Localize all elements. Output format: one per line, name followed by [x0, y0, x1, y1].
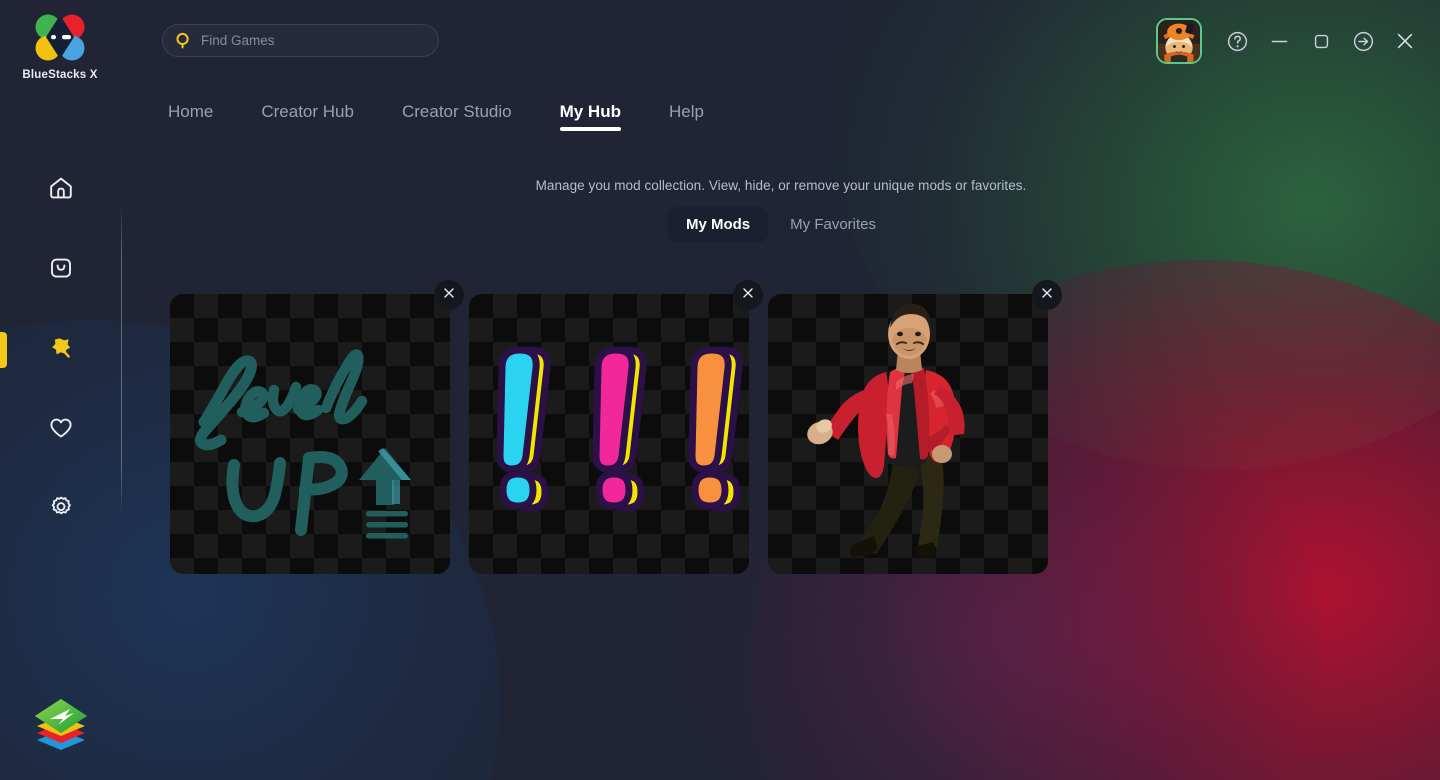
close-icon [1040, 286, 1054, 305]
avatar[interactable] [1156, 18, 1202, 64]
mod-splash-icon [48, 335, 74, 366]
bluestacks-clover-logo [31, 12, 89, 64]
mod-card-level-up [170, 280, 464, 574]
search-bar[interactable] [162, 24, 439, 57]
top-navigation: Home Creator Hub Creator Studio My Hub H… [0, 102, 1440, 148]
tab-my-favorites[interactable]: My Favorites [772, 207, 894, 242]
sidebar-item-mods[interactable] [0, 310, 122, 390]
mods-tab-group: My Mods My Favorites [122, 207, 1440, 242]
remove-mod-button[interactable] [1032, 280, 1062, 310]
home-icon [48, 175, 74, 206]
tab-my-mods[interactable]: My Mods [667, 207, 769, 242]
mod-card-grid [170, 280, 1062, 574]
help-button[interactable] [1216, 20, 1258, 62]
tab-help[interactable]: Help [669, 102, 704, 131]
maximize-button[interactable] [1300, 20, 1342, 62]
mod-card-dancing-man [768, 280, 1062, 574]
open-external-button[interactable] [1342, 20, 1384, 62]
page-subtitle: Manage you mod collection. View, hide, o… [535, 178, 1027, 193]
remove-mod-button[interactable] [434, 280, 464, 310]
close-icon [741, 286, 755, 305]
sidebar [0, 150, 122, 570]
search-input[interactable] [201, 33, 426, 48]
sidebar-active-indicator [0, 332, 7, 368]
mod-card-artwork-level-up[interactable] [170, 294, 450, 574]
title-bar: BlueStacks X [0, 0, 1440, 82]
minimize-button[interactable] [1258, 20, 1300, 62]
remove-mod-button[interactable] [733, 280, 763, 310]
search-icon [175, 32, 192, 49]
bluestacks-layers-icon[interactable] [30, 690, 92, 752]
close-button[interactable] [1384, 20, 1426, 62]
mod-card-artwork-dancing-man[interactable] [768, 294, 1048, 574]
sidebar-item-settings[interactable] [0, 470, 122, 550]
brand-name: BlueStacks X [22, 69, 98, 81]
close-icon [442, 286, 456, 305]
tab-creator-studio[interactable]: Creator Studio [402, 102, 512, 131]
sidebar-item-home[interactable] [0, 150, 122, 230]
sidebar-item-store[interactable] [0, 230, 122, 310]
tab-creator-hub[interactable]: Creator Hub [261, 102, 354, 131]
tab-my-hub[interactable]: My Hub [559, 102, 622, 131]
mod-card-artwork-exclamations[interactable] [469, 294, 749, 574]
brand-block: BlueStacks X [20, 12, 100, 81]
mod-card-exclamations [469, 280, 763, 574]
tab-home[interactable]: Home [168, 102, 213, 131]
heart-icon [48, 415, 74, 446]
window-controls [1156, 18, 1426, 64]
main-content: Manage you mod collection. View, hide, o… [122, 150, 1440, 780]
shopping-bag-icon [48, 255, 74, 286]
gear-icon [48, 495, 74, 526]
sidebar-item-favorites[interactable] [0, 390, 122, 470]
